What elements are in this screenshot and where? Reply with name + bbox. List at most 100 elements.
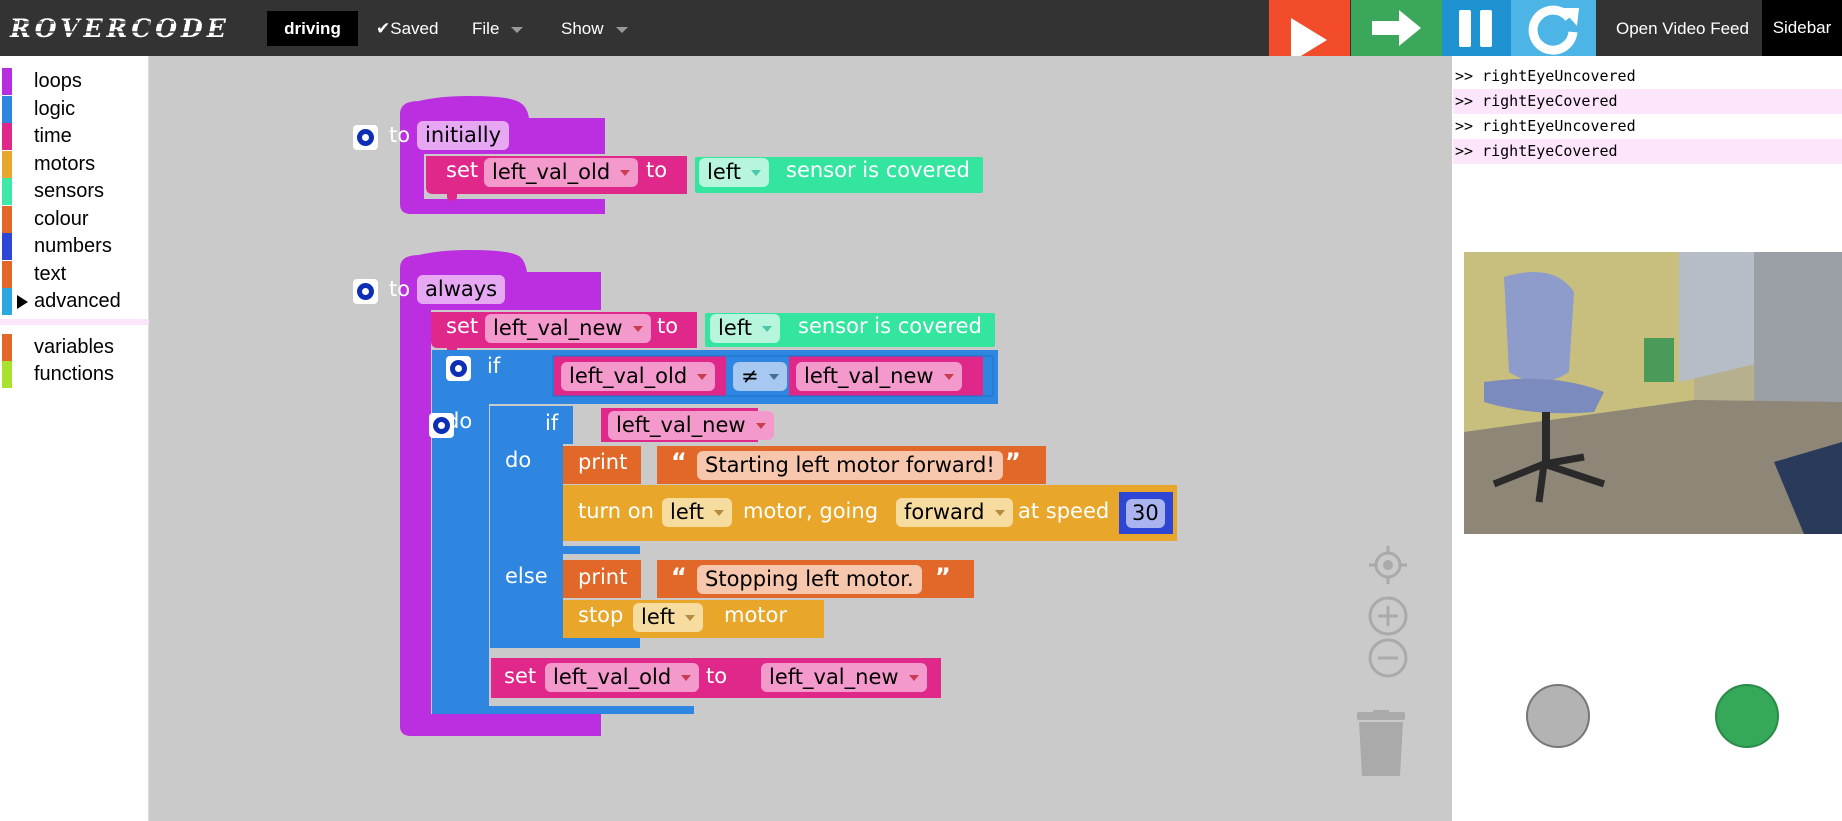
pause-icon [1459,10,1492,47]
step-button[interactable] [1351,0,1442,56]
gear-icon[interactable] [353,125,378,150]
toolbox-category-functions[interactable]: functions [0,361,149,388]
toolbox-category-text[interactable]: text [0,261,149,288]
to-label: to [706,664,728,688]
gear-icon[interactable] [446,356,471,381]
category-label: loops [34,70,82,92]
sensor-side-value: left [718,316,753,340]
turn-on-label: turn on [578,499,654,523]
dropdown-arrow-icon [943,374,954,380]
dropdown-arrow-icon [908,675,919,681]
show-menu[interactable]: Show [561,11,628,46]
toolbox-category-logic[interactable]: logic [0,96,149,123]
set-label: set [504,664,537,688]
rovercode-logo[interactable]: ROVERCODE [10,13,230,45]
function-name-initially[interactable]: initially [417,121,510,150]
trash-can-icon[interactable] [1353,710,1409,778]
stop-label: stop [578,603,624,627]
category-color-swatch [2,96,12,123]
dropdown-arrow-icon [681,675,692,681]
function-name-always[interactable]: always [417,275,506,304]
category-label: logic [34,98,76,120]
category-color-swatch [2,123,12,150]
toolbox-category-advanced[interactable]: advanced [0,288,149,315]
sidebar-toggle[interactable]: Sidebar [1762,0,1842,56]
dropdown-arrow-icon [685,615,696,621]
dropdown-arrow-icon [762,326,773,332]
gear-icon[interactable] [429,413,454,438]
recenter-icon[interactable] [1367,544,1409,586]
category-color-swatch [2,334,12,361]
if-label: if [487,354,501,378]
category-color-swatch [2,206,12,233]
variable-name: left_val_old [492,160,611,184]
value-dropdown[interactable]: left_val_new [761,663,927,692]
console-line: >> rightEyeCovered [1453,89,1842,114]
blockly-workspace[interactable]: to initially set left_val_old to left se… [149,56,1452,821]
print-label: print [578,450,628,474]
category-color-swatch [2,361,12,388]
zoom-out-icon[interactable] [1367,637,1409,679]
variable-name: left_val_new [804,364,934,388]
show-menu-label: Show [561,19,604,38]
open-video-feed-link[interactable]: Open Video Feed [1616,11,1749,46]
zoom-in-icon[interactable] [1367,595,1409,637]
if-condition-dropdown[interactable]: left_val_new [608,411,774,440]
do-label: do [505,448,532,472]
camera-scene [1464,252,1842,534]
toolbox-category-sensors[interactable]: sensors [0,178,149,205]
quote-open-icon: “ [671,448,687,476]
at-speed-label: at speed [1018,499,1110,523]
category-label: sensors [34,180,105,202]
dropdown-arrow-icon [697,374,708,380]
operator-value: ≠ [741,364,759,388]
pause-button[interactable] [1442,0,1511,56]
direction-dropdown[interactable]: forward [896,498,1013,527]
file-menu-label: File [472,19,500,38]
category-color-swatch [2,288,12,315]
toolbox-category-loops[interactable]: loops [0,68,149,95]
to-label: to [389,123,411,147]
chevron-down-icon [615,26,628,33]
program-name-button[interactable]: driving [267,11,358,46]
console-line: >> rightEyeCovered [1453,139,1842,164]
reset-icon [1528,5,1579,55]
dropdown-arrow-icon [751,170,762,176]
set-label: set [446,314,479,338]
category-label: text [34,263,67,285]
category-color-swatch [2,151,12,178]
file-menu[interactable]: File [472,11,524,46]
print-text-field-1[interactable]: Starting left motor forward! [697,451,1003,480]
toolbox-category-motors[interactable]: motors [0,151,149,178]
toolbox-category-numbers[interactable]: numbers [0,233,149,260]
to-label: to [646,158,668,182]
sensor-covered-label: sensor is covered [798,314,982,338]
dropdown-arrow-icon [994,510,1005,516]
sensor-side-dropdown[interactable]: left [710,314,781,343]
expand-arrow-icon[interactable] [17,295,28,309]
toolbox-category-variables[interactable]: variables [0,334,149,361]
toolbox-divider [0,319,149,325]
compare-right-dropdown[interactable]: left_val_new [796,362,962,391]
compare-left-dropdown[interactable]: left_val_old [561,362,716,391]
left-eye-sensor-indicator [1526,684,1590,748]
toolbox-category-colour[interactable]: colour [0,206,149,233]
set-label: set [446,158,479,182]
speed-input[interactable]: 30 [1126,499,1165,528]
console-log: >> rightEyeUncovered >> rightEyeCovered … [1452,56,1842,166]
print-text-field-2[interactable]: Stopping left motor. [697,565,922,594]
variable-dropdown[interactable]: left_val_old [545,663,700,692]
variable-dropdown[interactable]: left_val_new [485,314,651,343]
reset-button[interactable] [1511,0,1596,56]
variable-dropdown[interactable]: left_val_old [484,158,639,187]
motor-side-dropdown[interactable]: left [662,498,733,527]
dropdown-arrow-icon [714,510,725,516]
category-color-swatch [2,233,12,260]
operator-dropdown[interactable]: ≠ [733,362,787,391]
console-line: >> rightEyeUncovered [1455,67,1636,85]
stop-side-dropdown[interactable]: left [633,603,704,632]
gear-icon[interactable] [353,279,378,304]
category-label: variables [34,336,115,358]
sensor-side-dropdown[interactable]: left [699,158,770,187]
toolbox-category-time[interactable]: time [0,123,149,150]
